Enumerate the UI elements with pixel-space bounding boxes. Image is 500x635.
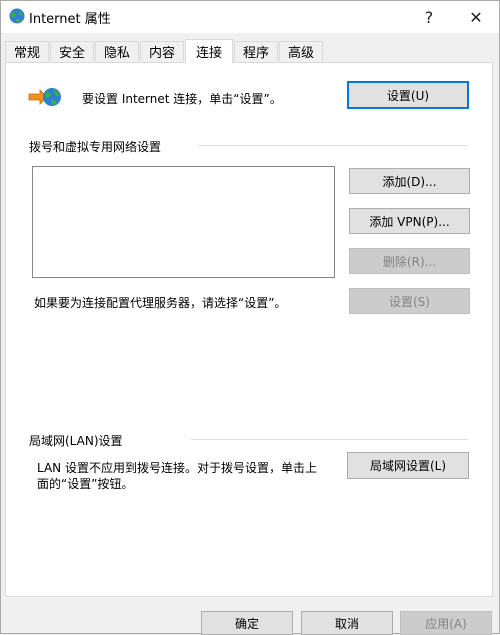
dialup-divider: [198, 145, 468, 146]
tab-privacy[interactable]: 隐私: [95, 41, 139, 61]
add-button[interactable]: 添加(D)...: [349, 168, 470, 194]
proxy-description: 如果要为连接配置代理服务器，请选择“设置”。: [34, 296, 287, 310]
internet-setup-icon: [28, 88, 61, 106]
setup-description: 要设置 Internet 连接，单击“设置”。: [82, 92, 282, 106]
setup-button[interactable]: 设置(U): [347, 81, 469, 109]
tab-content[interactable]: 内容: [140, 41, 184, 61]
cancel-button[interactable]: 取消: [301, 611, 393, 635]
dialup-settings-button[interactable]: 设置(S): [349, 288, 470, 314]
close-button[interactable]: ✕: [453, 1, 499, 33]
internet-properties-dialog: Internet 属性 ? ✕ 常规 安全 隐私 内容 连接 程序 高级 要设置…: [0, 0, 500, 635]
internet-globe-icon: [9, 8, 25, 24]
apply-button[interactable]: 应用(A): [400, 611, 492, 635]
lan-description-line2: 面的“设置”按钮。: [37, 477, 134, 491]
connections-panel: 要设置 Internet 连接，单击“设置”。 设置(U) 拨号和虚拟专用网络设…: [5, 62, 493, 597]
tab-security[interactable]: 安全: [50, 41, 94, 61]
delete-button[interactable]: 删除(R)...: [349, 248, 470, 274]
lan-section-title: 局域网(LAN)设置: [29, 434, 123, 448]
ok-button[interactable]: 确定: [201, 611, 293, 635]
connection-list[interactable]: [32, 166, 335, 278]
window-title: Internet 属性: [29, 12, 111, 27]
lan-divider: [191, 439, 468, 440]
tab-advanced[interactable]: 高级: [279, 41, 323, 61]
help-button[interactable]: ?: [406, 1, 452, 33]
tab-connections[interactable]: 连接: [185, 39, 233, 63]
lan-settings-button[interactable]: 局域网设置(L): [347, 452, 469, 479]
title-bar: Internet 属性 ? ✕: [1, 1, 499, 33]
dialup-section-title: 拨号和虚拟专用网络设置: [29, 140, 162, 154]
tab-general[interactable]: 常规: [5, 41, 49, 61]
tab-programs[interactable]: 程序: [234, 41, 278, 61]
add-vpn-button[interactable]: 添加 VPN(P)...: [349, 208, 470, 234]
lan-description-line1: LAN 设置不应用到拨号连接。对于拨号设置，单击上: [37, 461, 317, 475]
